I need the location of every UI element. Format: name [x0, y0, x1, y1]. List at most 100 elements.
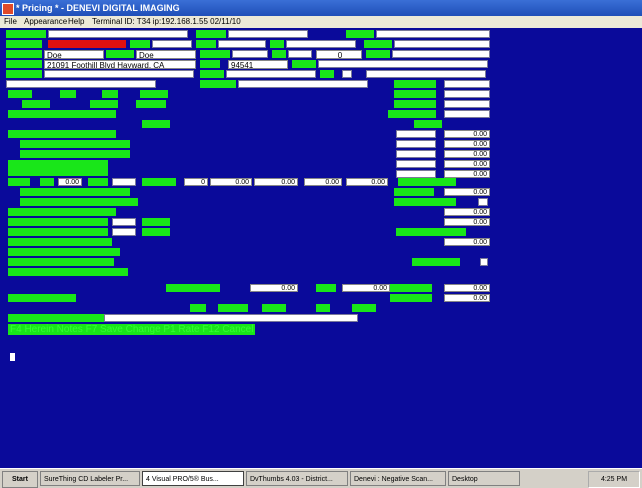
menu-file[interactable]: File: [4, 16, 17, 28]
start-button[interactable]: Start: [2, 471, 38, 488]
qty-field[interactable]: 0: [316, 50, 362, 59]
field-box[interactable]: [396, 150, 436, 158]
status-red-field: [48, 40, 126, 48]
label-block: [200, 70, 224, 78]
amount-field[interactable]: 0.00: [254, 178, 298, 186]
label-block: [394, 188, 434, 196]
zip-field[interactable]: 94541: [228, 60, 288, 69]
amount-field[interactable]: 0.00: [444, 170, 490, 178]
address-field[interactable]: 21091 Foothill Blvd Hayward, CA: [44, 60, 196, 69]
label-block: [200, 80, 236, 88]
label-block: [346, 30, 374, 38]
field-box[interactable]: [396, 170, 436, 178]
field-box[interactable]: [376, 30, 490, 38]
field-box[interactable]: [112, 218, 136, 226]
field-box[interactable]: [226, 70, 316, 78]
label-block: [364, 40, 392, 48]
field-box[interactable]: [104, 314, 358, 322]
label-block: [8, 178, 30, 186]
field-box[interactable]: [112, 178, 136, 186]
field-box[interactable]: [444, 80, 490, 88]
field-box[interactable]: [342, 70, 352, 78]
label-block: [102, 90, 118, 98]
field-box[interactable]: [288, 50, 312, 58]
label-block: [88, 178, 108, 186]
field-box[interactable]: [44, 70, 194, 78]
label-block: [8, 110, 116, 118]
menu-bar: File Appearance Help Terminal ID: T34 ip…: [0, 16, 642, 28]
field-box[interactable]: [396, 130, 436, 138]
field-box[interactable]: [396, 160, 436, 168]
label-block: [394, 100, 436, 108]
amount-field[interactable]: 0.00: [444, 130, 490, 138]
field-box[interactable]: [218, 40, 266, 48]
label-block: [142, 178, 176, 186]
menu-help[interactable]: Help: [68, 16, 84, 28]
label-block: [40, 178, 54, 186]
title-bar: * Pricing * - DENEVI DIGITAL IMAGING: [0, 0, 642, 16]
field-box[interactable]: [444, 100, 490, 108]
menu-appearance[interactable]: Appearance: [24, 16, 67, 28]
label-block: [20, 188, 130, 196]
amount-field[interactable]: 0.00: [250, 284, 298, 292]
label-block: [292, 60, 316, 68]
label-block: [388, 110, 436, 118]
label-block: [6, 50, 42, 58]
label-block: [20, 198, 138, 206]
field-box[interactable]: [366, 70, 486, 78]
amount-field[interactable]: 0.00: [444, 238, 490, 246]
terminal-info: Terminal ID: T34 ip:192.168.1.55 02/11/1…: [92, 17, 241, 26]
field-box[interactable]: [6, 80, 156, 88]
field-box[interactable]: [444, 90, 490, 98]
amount-field[interactable]: 0.00: [444, 188, 490, 196]
amount-field[interactable]: 0: [184, 178, 208, 186]
amount-field[interactable]: 0.00: [444, 284, 490, 292]
amount-field[interactable]: 0.00: [210, 178, 252, 186]
label-block: [190, 304, 206, 312]
taskbar-item[interactable]: SureThing CD Labeler Pr...: [40, 471, 140, 486]
taskbar-item[interactable]: DvThumbs 4.03 - District...: [246, 471, 348, 486]
amount-field[interactable]: 0.00: [342, 284, 390, 292]
field-box[interactable]: [480, 258, 488, 266]
amount-field[interactable]: 0.00: [304, 178, 342, 186]
label-block: [8, 160, 108, 168]
app-icon: [2, 3, 14, 15]
field-box[interactable]: [228, 30, 308, 38]
field-box[interactable]: [396, 140, 436, 148]
taskbar-item[interactable]: Desktop: [448, 471, 520, 486]
field-box[interactable]: [318, 60, 488, 68]
field-box[interactable]: [48, 30, 188, 38]
field-box[interactable]: [112, 228, 136, 236]
amount-field[interactable]: 0.00: [444, 150, 490, 158]
field-box[interactable]: [238, 80, 368, 88]
amount-field[interactable]: 0.00: [58, 178, 82, 186]
label-block: [106, 50, 134, 58]
amount-field[interactable]: 0.00: [346, 178, 388, 186]
field-box[interactable]: [392, 50, 490, 58]
field-box[interactable]: [444, 110, 490, 118]
amount-field[interactable]: 0.00: [444, 140, 490, 148]
field-box[interactable]: [286, 40, 356, 48]
label-block: [142, 228, 170, 236]
taskbar-item-active[interactable]: 4 Visual PRO/5® Bus...: [142, 471, 244, 486]
taskbar-item[interactable]: Denevi : Negative Scan...: [350, 471, 446, 486]
label-block: [22, 100, 50, 108]
label-block: [8, 258, 114, 266]
label-block: [6, 40, 42, 48]
amount-field[interactable]: 0.00: [444, 208, 490, 216]
label-block: [8, 208, 116, 216]
amount-field[interactable]: 0.00: [444, 218, 490, 226]
first-name-field[interactable]: Doe: [44, 50, 104, 59]
pricing-form: Doe Doe 0 21091 Foothill Blvd Hayward, C…: [0, 28, 642, 468]
field-box[interactable]: [232, 50, 268, 58]
label-block: [8, 294, 76, 302]
field-box[interactable]: [478, 198, 488, 206]
amount-field[interactable]: 0.00: [444, 294, 490, 302]
label-block: [60, 90, 76, 98]
field-box[interactable]: [152, 40, 192, 48]
label-block: [352, 304, 376, 312]
label-block: [8, 168, 108, 176]
last-name-field[interactable]: Doe: [136, 50, 196, 59]
amount-field[interactable]: 0.00: [444, 160, 490, 168]
field-box[interactable]: [394, 40, 490, 48]
